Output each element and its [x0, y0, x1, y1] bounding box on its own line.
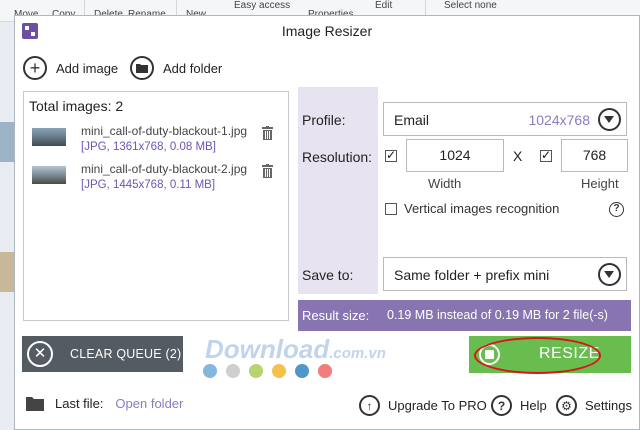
profile-select[interactable]: Email 1024x768: [383, 102, 627, 136]
ribbon-edit[interactable]: Edit: [375, 0, 392, 11]
folder-icon: [130, 56, 154, 80]
total-images-label: Total images: 2: [29, 98, 124, 114]
image-thumbnail: [32, 128, 66, 146]
file-name: mini_call-of-duty-blackout-1.jpg: [81, 124, 248, 138]
width-caption: Width: [428, 176, 462, 191]
list-item[interactable]: mini_call-of-duty-blackout-2.jpg [JPG, 1…: [29, 162, 285, 200]
upgrade-label: Upgrade To PRO: [388, 398, 487, 413]
highlight-ellipse: [474, 337, 601, 374]
ribbon-easy-access[interactable]: Easy access: [234, 0, 290, 11]
folder-icon: [26, 397, 44, 411]
watermark: Download.com.vn: [205, 334, 386, 365]
result-size-label: Result size:: [302, 308, 370, 323]
arrow-up-icon: ↑: [359, 395, 380, 416]
settings-button[interactable]: ⚙ Settings: [556, 395, 632, 416]
file-meta: [JPG, 1361x768, 0.08 MB]: [81, 141, 216, 153]
color-dot: [295, 364, 309, 378]
height-caption: Height: [581, 176, 619, 191]
profile-label: Profile:: [302, 112, 346, 128]
help-icon[interactable]: ?: [609, 202, 624, 217]
title-bar: Image Resizer: [15, 16, 639, 46]
save-to-select[interactable]: Same folder + prefix mini: [383, 257, 627, 291]
ribbon-select-none[interactable]: Select none: [444, 0, 497, 11]
upgrade-button[interactable]: ↑ Upgrade To PRO: [359, 395, 487, 416]
profile-dimensions: 1024x768: [528, 112, 590, 128]
vertical-recognition-checkbox[interactable]: [385, 203, 397, 215]
width-input[interactable]: 1024: [406, 139, 504, 172]
help-button[interactable]: ? Help: [491, 395, 547, 416]
window-title: Image Resizer: [281, 23, 373, 39]
gear-icon: ⚙: [556, 395, 577, 416]
color-dot: [318, 364, 332, 378]
image-resizer-window: Image Resizer + Add image Add folder Tot…: [14, 15, 640, 430]
save-to-value: Same folder + prefix mini: [394, 267, 550, 283]
image-list-panel: Total images: 2 mini_call-of-duty-blacko…: [23, 91, 289, 321]
trash-icon[interactable]: [262, 126, 273, 140]
chevron-down-icon: [598, 108, 621, 131]
trash-icon[interactable]: [262, 164, 273, 178]
add-image-button[interactable]: + Add image: [23, 56, 118, 80]
last-file-label: Last file:: [55, 396, 104, 411]
height-checkbox[interactable]: [540, 148, 552, 162]
desktop-thumbnail: [0, 252, 14, 292]
watermark-suffix: .com.vn: [329, 345, 386, 362]
vertical-recognition-label: Vertical images recognition: [404, 201, 560, 216]
clear-queue-button[interactable]: ✕ CLEAR QUEUE (2): [22, 336, 183, 372]
watermark-main: Download: [205, 334, 330, 364]
color-dot: [226, 364, 240, 378]
result-size-bar: Result size: 0.19 MB instead of 0.19 MB …: [298, 300, 631, 331]
settings-panel: Profile: Email 1024x768 Resolution: 1024…: [298, 87, 631, 331]
save-to-label: Save to:: [302, 267, 354, 283]
add-folder-label: Add folder: [163, 60, 223, 76]
width-checkbox[interactable]: [385, 148, 397, 162]
color-dot: [249, 364, 263, 378]
help-label: Help: [520, 398, 547, 413]
profile-value: Email: [394, 112, 430, 128]
plus-icon: +: [23, 56, 47, 80]
result-size-value: 0.19 MB instead of 0.19 MB for 2 file(-s…: [387, 308, 608, 322]
open-folder-link[interactable]: Open folder: [115, 396, 183, 411]
last-file-group: Last file: Open folder: [25, 395, 183, 412]
close-icon: ✕: [27, 341, 53, 367]
settings-label: Settings: [585, 398, 632, 413]
dimension-separator: X: [513, 148, 523, 164]
chevron-down-icon: [598, 263, 621, 286]
height-input[interactable]: 768: [561, 139, 628, 172]
clear-queue-label: CLEAR QUEUE (2): [70, 347, 182, 361]
list-item[interactable]: mini_call-of-duty-blackout-1.jpg [JPG, 1…: [29, 124, 285, 162]
image-thumbnail: [32, 166, 66, 184]
file-meta: [JPG, 1445x768, 0.11 MB]: [81, 179, 216, 191]
color-dot: [272, 364, 286, 378]
help-icon: ?: [491, 395, 512, 416]
color-dot: [203, 364, 217, 378]
file-name: mini_call-of-duty-blackout-2.jpg: [81, 162, 248, 176]
add-image-label: Add image: [56, 60, 119, 76]
explorer-left-strip: [0, 22, 14, 430]
resolution-label: Resolution:: [302, 149, 373, 165]
desktop-thumbnail: [0, 122, 14, 162]
add-folder-button[interactable]: Add folder: [130, 56, 222, 80]
